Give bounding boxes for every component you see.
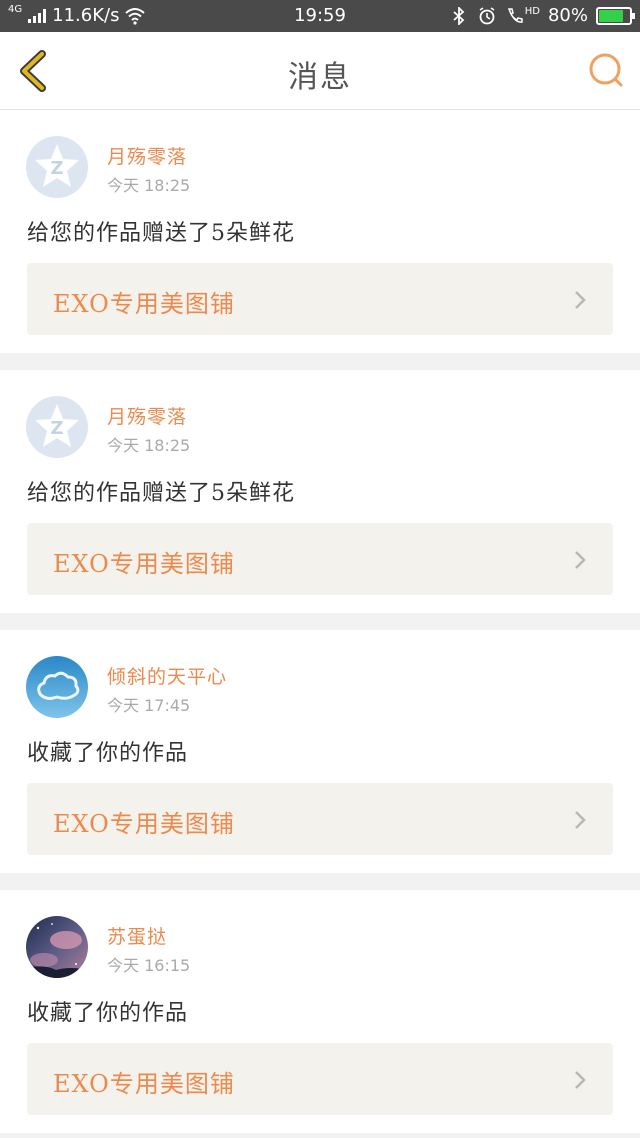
message-text: 收藏了你的作品 (27, 1001, 189, 1026)
alarm-icon (479, 6, 495, 24)
status-right: HD 80% (449, 5, 635, 26)
message-item: 苏蛋挞 今天 16:15 收藏了你的作品 EXO专用美图铺 (0, 890, 640, 1133)
chevron-right-icon (575, 811, 586, 829)
avatar[interactable]: Z (26, 396, 88, 458)
username[interactable]: 倾斜的天平心 (107, 662, 227, 689)
avatar[interactable] (26, 656, 88, 718)
night-sky-avatar-icon (26, 916, 88, 978)
svg-text:Z: Z (50, 158, 63, 179)
message-text: 收藏了你的作品 (27, 741, 189, 766)
username[interactable]: 月殇零落 (107, 142, 187, 169)
work-link-label: EXO专用美图铺 (53, 550, 235, 578)
work-link-label: EXO专用美图铺 (53, 810, 235, 838)
work-link[interactable]: EXO专用美图铺 (27, 1043, 613, 1115)
avatar[interactable] (26, 916, 88, 978)
page-title: 消息 (288, 60, 352, 95)
chevron-right-icon (575, 291, 586, 309)
work-link[interactable]: EXO专用美图铺 (27, 523, 613, 595)
qq-default-avatar-icon: Z (26, 136, 88, 198)
cloud-avatar-icon (26, 656, 88, 718)
battery-fill (599, 9, 623, 22)
hd-badge: HD (524, 5, 540, 17)
bluetooth-icon (453, 6, 465, 25)
message-text: 给您的作品赠送了5朵鲜花 (27, 481, 295, 506)
avatar[interactable]: Z (26, 136, 88, 198)
message-item: 倾斜的天平心 今天 17:45 收藏了你的作品 EXO专用美图铺 (0, 630, 640, 873)
message-item: Z 月殇零落 今天 18:25 给您的作品赠送了5朵鲜花 EXO专用美图铺 (0, 370, 640, 613)
work-link[interactable]: EXO专用美图铺 (27, 263, 613, 335)
qq-default-avatar-icon: Z (26, 396, 88, 458)
battery-percent: 80% (547, 5, 588, 26)
work-link-label: EXO专用美图铺 (53, 1070, 235, 1098)
header: 消息 (0, 32, 640, 110)
timestamp: 今天 17:45 (107, 696, 191, 715)
message-item: Z 月殇零落 今天 18:25 给您的作品赠送了5朵鲜花 EXO专用美图铺 (0, 110, 640, 353)
timestamp: 今天 18:25 (107, 436, 191, 455)
search-icon[interactable] (586, 50, 626, 90)
chevron-right-icon (575, 551, 586, 569)
call-icon (507, 7, 523, 23)
chevron-right-icon (575, 1071, 586, 1089)
message-text: 给您的作品赠送了5朵鲜花 (27, 221, 295, 246)
timestamp: 今天 16:15 (107, 956, 191, 975)
work-link[interactable]: EXO专用美图铺 (27, 783, 613, 855)
battery-icon (596, 6, 635, 25)
timestamp: 今天 18:25 (107, 176, 191, 195)
svg-text:Z: Z (50, 418, 63, 439)
status-bar: 4G 11.6K/s 19:59 HD 80% (0, 0, 640, 32)
work-link-label: EXO专用美图铺 (53, 290, 235, 318)
username[interactable]: 月殇零落 (107, 402, 187, 429)
username[interactable]: 苏蛋挞 (107, 922, 167, 949)
